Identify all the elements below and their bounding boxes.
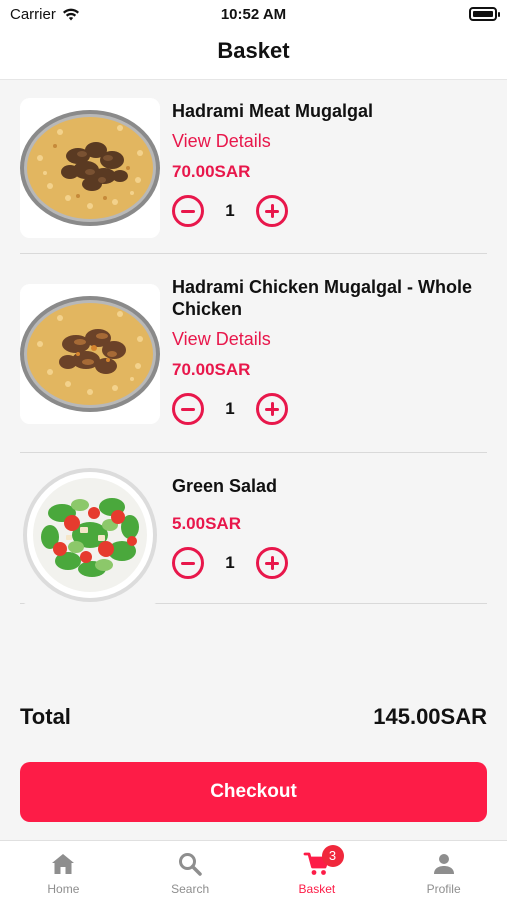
- cart-count-badge: 3: [321, 845, 344, 867]
- decrease-quantity-button[interactable]: [172, 393, 204, 425]
- item-price: 5.00SAR: [172, 514, 241, 533]
- view-details-link[interactable]: View Details: [172, 130, 487, 152]
- basket-item: Hadrami Chicken Mugalgal - Whole Chicken…: [20, 254, 487, 453]
- green-salad-image[interactable]: [20, 465, 160, 605]
- quantity-value: 1: [225, 553, 235, 572]
- total-row: Total 145.00SAR: [20, 704, 487, 730]
- quantity-stepper: 1: [172, 194, 487, 228]
- basket-item: Hadrami Meat Mugalgal View Details 70.00…: [20, 80, 487, 254]
- meat-mugalgal-image[interactable]: [20, 98, 160, 238]
- item-info: Hadrami Chicken Mugalgal - Whole Chicken…: [172, 276, 487, 426]
- minus-icon: [181, 407, 195, 411]
- basket-list: Hadrami Meat Mugalgal View Details 70.00…: [0, 80, 507, 605]
- status-bar: Carrier 10:52 AM: [0, 0, 507, 30]
- tab-label: Home: [47, 882, 80, 896]
- increase-quantity-button[interactable]: [256, 547, 288, 579]
- quantity-stepper: 1: [172, 392, 487, 426]
- tab-label: Basket: [298, 882, 336, 896]
- tab-label: Search: [171, 882, 210, 896]
- quantity-value: 1: [225, 399, 235, 418]
- item-price: 70.00SAR: [172, 162, 251, 181]
- home-icon: [52, 854, 75, 874]
- person-icon: [433, 854, 454, 874]
- item-info: Hadrami Meat Mugalgal View Details 70.00…: [172, 100, 487, 228]
- item-name: Hadrami Meat Mugalgal: [172, 101, 374, 121]
- chicken-mugalgal-image[interactable]: [20, 284, 160, 424]
- quantity-stepper: 1: [172, 546, 487, 580]
- item-name: Green Salad: [172, 476, 278, 496]
- total-value: 145.00SAR: [373, 704, 487, 729]
- increase-quantity-button[interactable]: [256, 195, 288, 227]
- battery-icon: [469, 7, 500, 21]
- page-title: Basket: [217, 38, 290, 63]
- tab-bar: Home Search 3 Basket Profile: [0, 840, 507, 900]
- item-name: Hadrami Chicken Mugalgal - Whole Chicken: [172, 277, 473, 319]
- decrease-quantity-button[interactable]: [172, 547, 204, 579]
- total-label: Total: [20, 704, 71, 729]
- tab-home[interactable]: Home: [0, 841, 127, 900]
- status-time: 10:52 AM: [220, 6, 287, 23]
- nav-bar: Basket: [0, 30, 507, 80]
- tab-profile[interactable]: Profile: [380, 841, 507, 900]
- decrease-quantity-button[interactable]: [172, 195, 204, 227]
- minus-icon: [181, 561, 195, 565]
- basket-item: Green Salad 5.00SAR 1: [20, 453, 487, 605]
- tab-basket[interactable]: 3 Basket: [254, 841, 381, 900]
- tab-label: Profile: [426, 882, 461, 896]
- minus-icon: [181, 209, 195, 213]
- item-info: Green Salad 5.00SAR 1: [172, 475, 487, 580]
- search-icon: [179, 853, 202, 876]
- checkout-button[interactable]: Checkout: [20, 762, 487, 822]
- view-details-link[interactable]: View Details: [172, 328, 487, 350]
- increase-quantity-button[interactable]: [256, 393, 288, 425]
- item-price: 70.00SAR: [172, 360, 251, 379]
- tab-search[interactable]: Search: [127, 841, 254, 900]
- quantity-value: 1: [225, 201, 235, 220]
